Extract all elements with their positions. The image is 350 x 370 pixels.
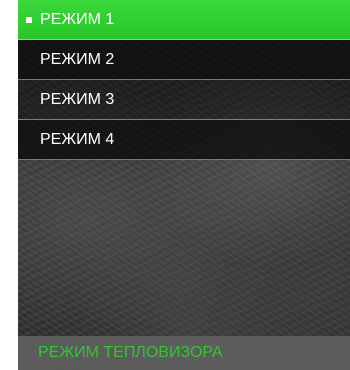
thermal-camera-screen: РЕЖИМ 1 РЕЖИМ 2 РЕЖИМ 3 РЕЖИМ 4 РЕЖИМ ТЕ… — [18, 0, 350, 370]
menu-item-mode-4[interactable]: РЕЖИМ 4 — [18, 120, 350, 160]
selected-bullet-icon — [26, 17, 32, 23]
mode-menu: РЕЖИМ 1 РЕЖИМ 2 РЕЖИМ 3 РЕЖИМ 4 — [18, 0, 350, 160]
footer-label: РЕЖИМ ТЕПЛОВИЗОРА — [38, 344, 223, 361]
menu-item-mode-2[interactable]: РЕЖИМ 2 — [18, 40, 350, 80]
menu-item-mode-3[interactable]: РЕЖИМ 3 — [18, 80, 350, 120]
menu-item-label: РЕЖИМ 2 — [40, 51, 115, 68]
thermal-mode-footer: РЕЖИМ ТЕПЛОВИЗОРА — [18, 336, 350, 370]
menu-item-label: РЕЖИМ 4 — [40, 131, 115, 148]
menu-item-mode-1[interactable]: РЕЖИМ 1 — [18, 0, 350, 40]
menu-item-label: РЕЖИМ 1 — [40, 11, 115, 28]
menu-item-label: РЕЖИМ 3 — [40, 91, 115, 108]
